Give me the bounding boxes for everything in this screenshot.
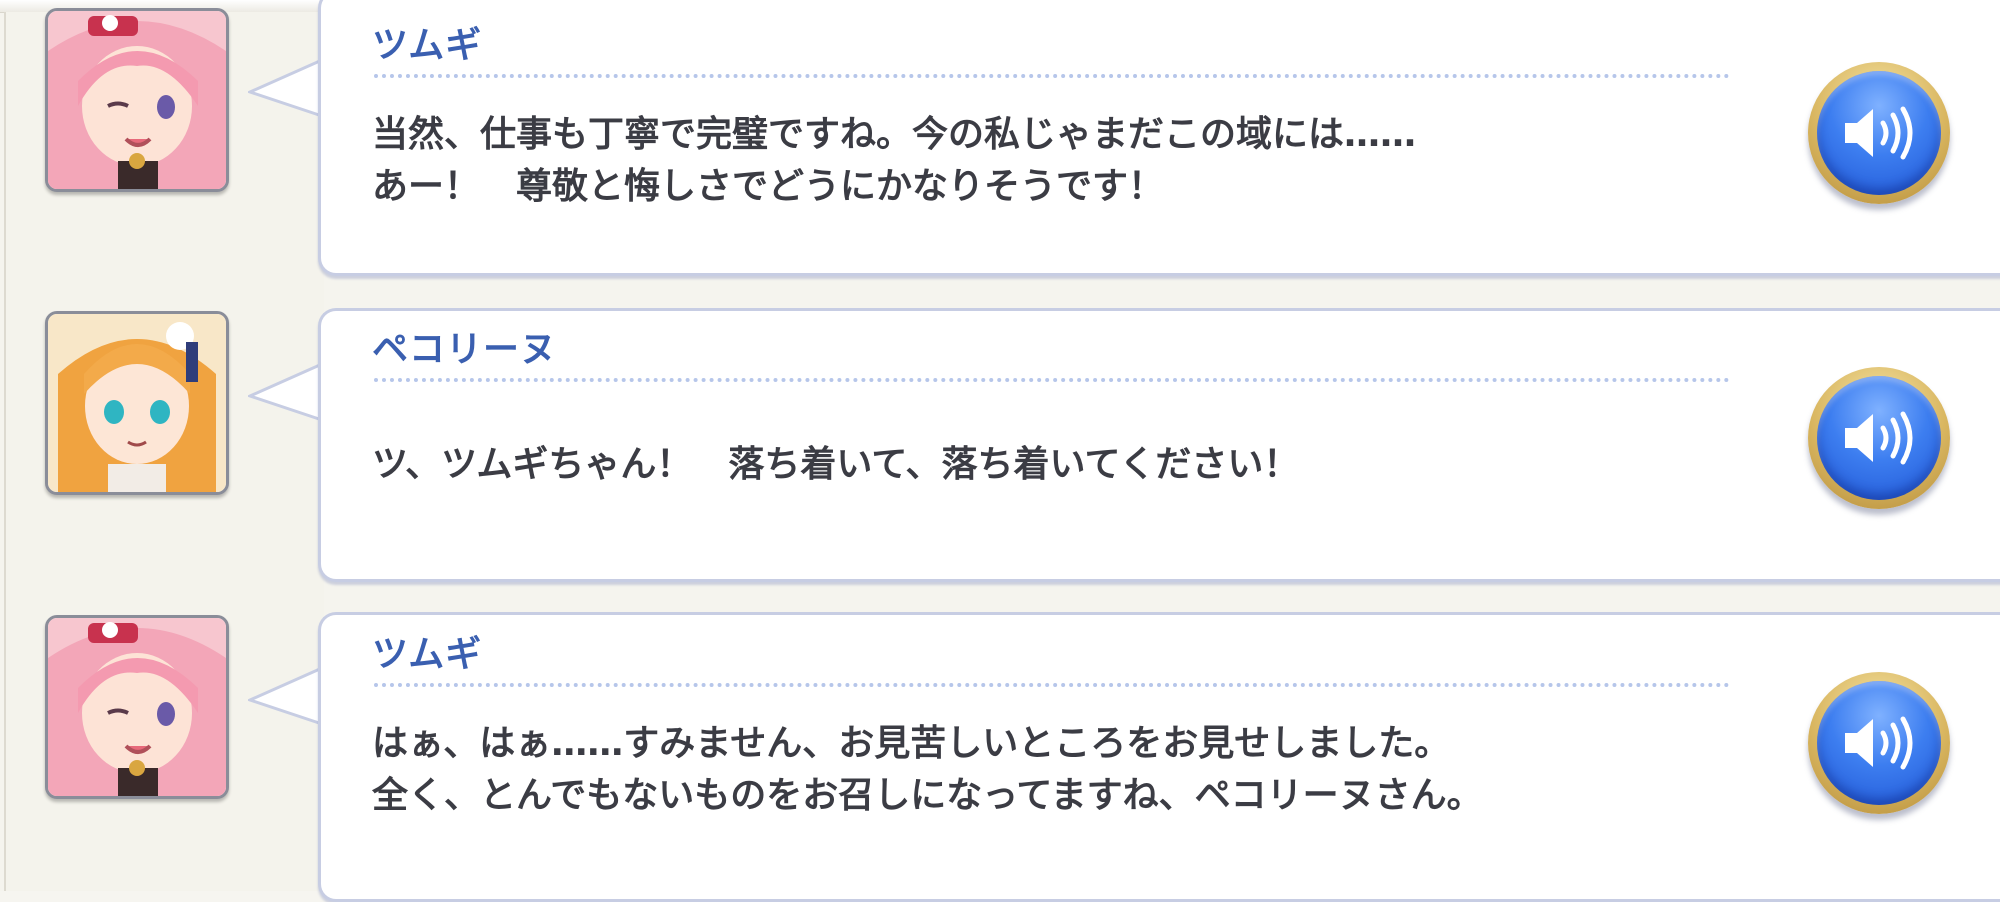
bubble-tail: [248, 362, 324, 422]
dialogue-line: 全く、とんでもないものをお召しになってますね、ペコリーヌさん。: [372, 775, 1483, 816]
tsumugi-portrait-icon: [45, 615, 229, 799]
voice-play-button[interactable]: [1808, 367, 1950, 509]
voice-play-button[interactable]: [1808, 672, 1950, 814]
dialogue-line: あー！ 尊敬と悔しさでどうにかなりそうです！: [372, 166, 1165, 207]
bubble-tail: [248, 58, 324, 118]
speaker-icon: [1845, 106, 1913, 160]
bubble-tail: [248, 666, 324, 726]
speaker-icon: [1845, 411, 1913, 465]
dialogue-line: 当然、仕事も丁寧で完璧ですね。今の私じゃまだこの域には……: [372, 114, 1417, 155]
speaker-name: ペコリーヌ: [372, 329, 558, 370]
pecorine-portrait-icon: [45, 311, 229, 495]
dialogue-line: はぁ、はぁ……すみません、お見苦しいところをお見せしました。: [372, 723, 1451, 764]
name-divider: [374, 683, 1730, 687]
story-log-screen: ツムギ 当然、仕事も丁寧で完璧ですね。今の私じゃまだこの域には…… あー！ 尊敬…: [0, 0, 2000, 902]
name-divider: [374, 74, 1730, 78]
speaker-icon: [1845, 716, 1913, 770]
dialogue-line: ツ、ツムギちゃん！ 落ち着いて、落ち着いてください！: [372, 444, 1300, 485]
speaker-name: ツムギ: [372, 25, 483, 66]
tsumugi-portrait-icon: [45, 8, 229, 192]
name-divider: [374, 378, 1730, 382]
speaker-name: ツムギ: [372, 634, 483, 675]
voice-play-button[interactable]: [1808, 62, 1950, 204]
